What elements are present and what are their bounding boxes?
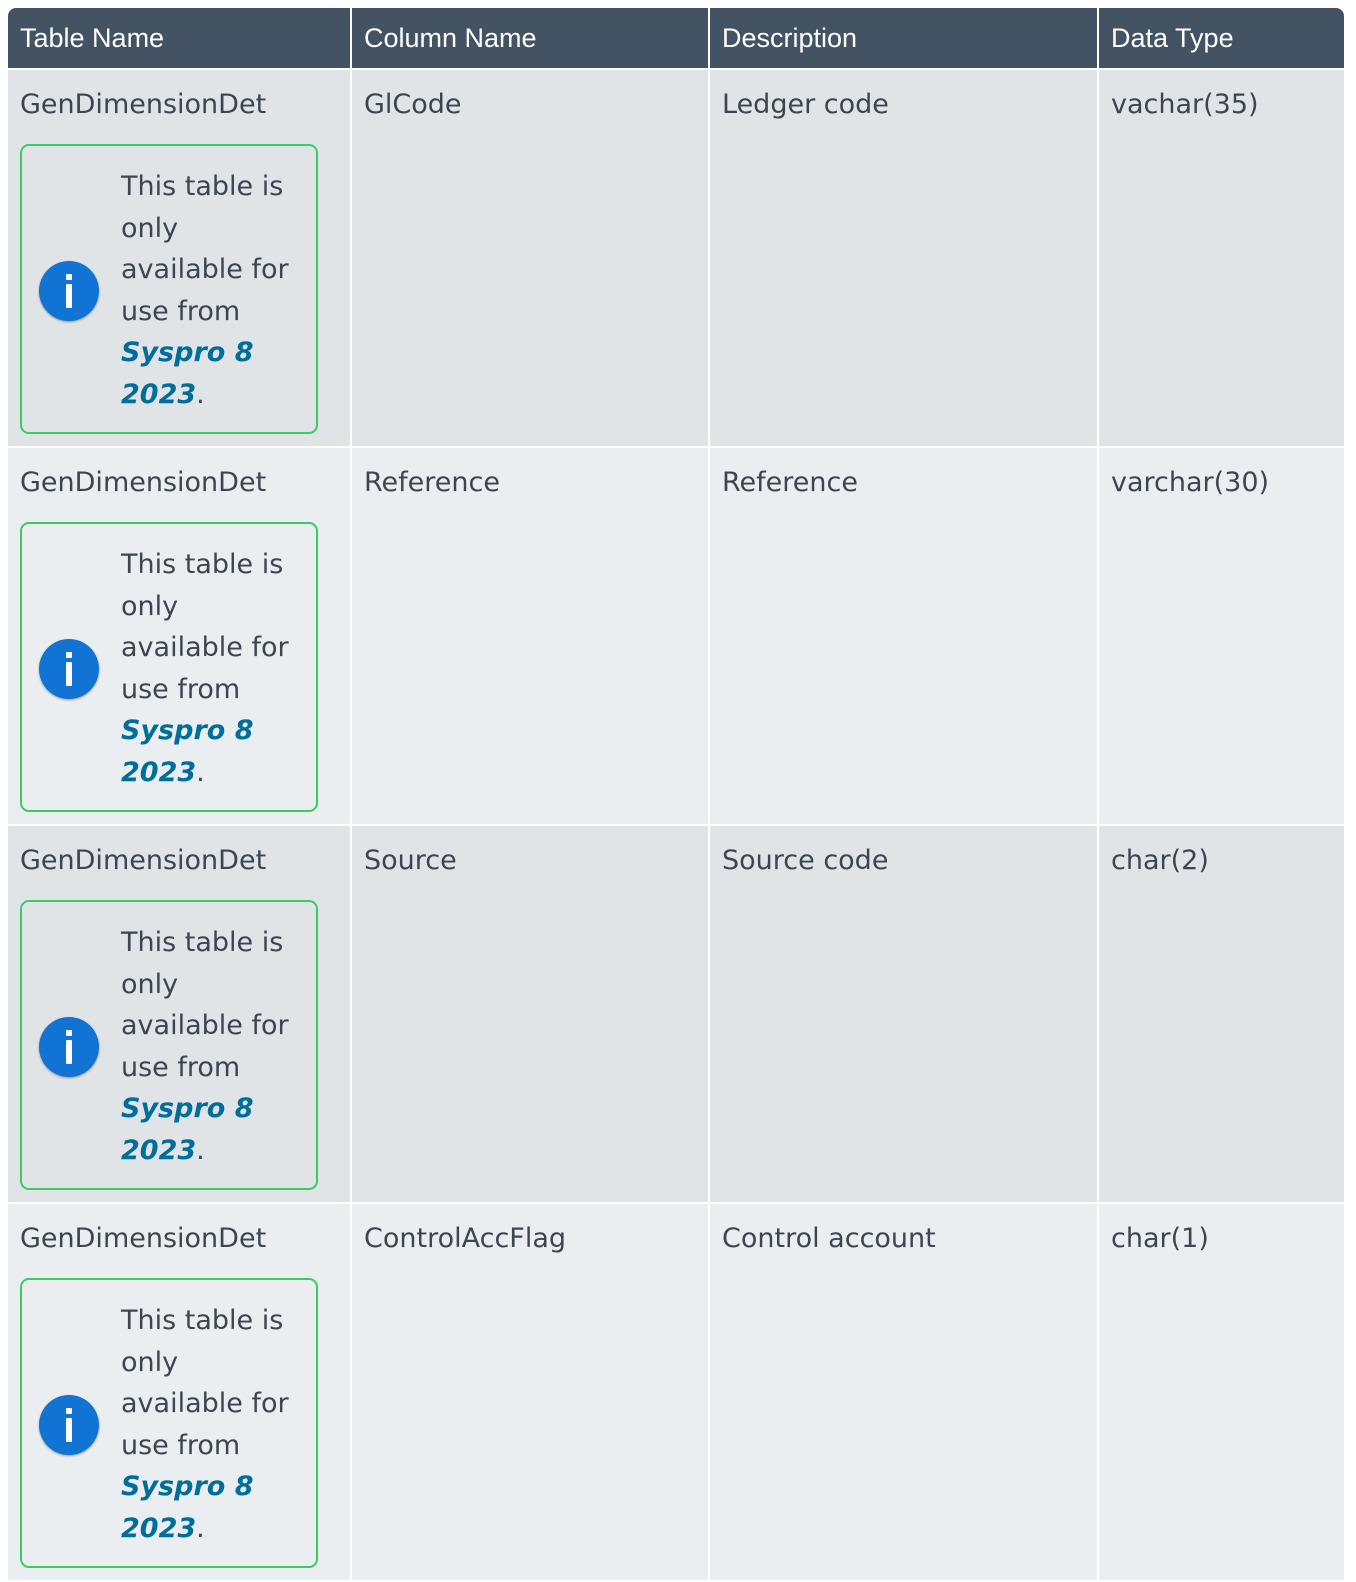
note-version: Syspro 8 2023 <box>121 1093 254 1166</box>
header-table-name: Table Name <box>8 8 352 69</box>
data-type-cell: varchar(30) <box>1098 446 1344 825</box>
table-name-text: GenDimensionDet <box>20 89 267 120</box>
column-name-cell: ControlAccFlag <box>351 1202 710 1580</box>
note-text: This table is only available for use fro… <box>121 922 306 1171</box>
data-type-cell: char(2) <box>1098 824 1344 1203</box>
note-version: Syspro 8 2023 <box>121 1471 254 1544</box>
description-cell: Ledger code <box>709 68 1099 447</box>
note-suffix: . <box>196 756 205 788</box>
column-name-cell: Reference <box>351 446 710 825</box>
header-column-name: Column Name <box>351 8 710 69</box>
column-name-cell: GlCode <box>351 68 710 447</box>
table-name-text: GenDimensionDet <box>20 1223 267 1254</box>
table-name-cell: GenDimensionDet This table is only avail… <box>8 1202 352 1580</box>
availability-note: This table is only available for use fro… <box>20 1278 318 1568</box>
table-row: GenDimensionDet This table is only avail… <box>8 68 1344 447</box>
note-message: This table is only available for use fro… <box>121 171 289 327</box>
description-cell: Source code <box>709 824 1099 1203</box>
data-type-cell: char(1) <box>1098 1202 1344 1580</box>
note-text: This table is only available for use fro… <box>121 544 306 793</box>
note-suffix: . <box>196 1512 205 1544</box>
availability-note: This table is only available for use fro… <box>20 522 318 812</box>
table-name-cell: GenDimensionDet This table is only avail… <box>8 68 352 447</box>
header-data-type: Data Type <box>1098 8 1344 69</box>
note-version: Syspro 8 2023 <box>121 715 254 788</box>
note-suffix: . <box>196 1134 205 1166</box>
note-message: This table is only available for use fro… <box>121 549 289 705</box>
info-icon <box>39 639 99 699</box>
description-cell: Control account <box>709 1202 1099 1580</box>
data-type-cell: vachar(35) <box>1098 68 1344 447</box>
table-name-cell: GenDimensionDet This table is only avail… <box>8 824 352 1203</box>
availability-note: This table is only available for use fro… <box>20 900 318 1190</box>
info-icon <box>39 261 99 321</box>
info-icon <box>39 1395 99 1455</box>
header-description: Description <box>709 8 1099 69</box>
table-row: GenDimensionDet This table is only avail… <box>8 824 1344 1203</box>
data-dictionary-table-container: Table Name Column Name Description Data … <box>8 8 1344 1582</box>
table-header: Table Name Column Name Description Data … <box>8 8 1344 69</box>
note-message: This table is only available for use fro… <box>121 1305 289 1461</box>
table-body: GenDimensionDet This table is only avail… <box>8 68 1344 1580</box>
info-icon <box>39 1017 99 1077</box>
header-row: Table Name Column Name Description Data … <box>8 8 1344 69</box>
availability-note: This table is only available for use fro… <box>20 144 318 434</box>
note-message: This table is only available for use fro… <box>121 927 289 1083</box>
table-name-text: GenDimensionDet <box>20 467 267 498</box>
note-text: This table is only available for use fro… <box>121 166 306 415</box>
note-version: Syspro 8 2023 <box>121 337 254 410</box>
note-text: This table is only available for use fro… <box>121 1300 306 1549</box>
table-name-text: GenDimensionDet <box>20 845 267 876</box>
column-name-cell: Source <box>351 824 710 1203</box>
table-row: GenDimensionDet This table is only avail… <box>8 446 1344 825</box>
table-name-cell: GenDimensionDet This table is only avail… <box>8 446 352 825</box>
table-row: GenDimensionDet This table is only avail… <box>8 1202 1344 1580</box>
note-suffix: . <box>196 378 205 410</box>
description-cell: Reference <box>709 446 1099 825</box>
data-dictionary-table: Table Name Column Name Description Data … <box>8 8 1344 1580</box>
